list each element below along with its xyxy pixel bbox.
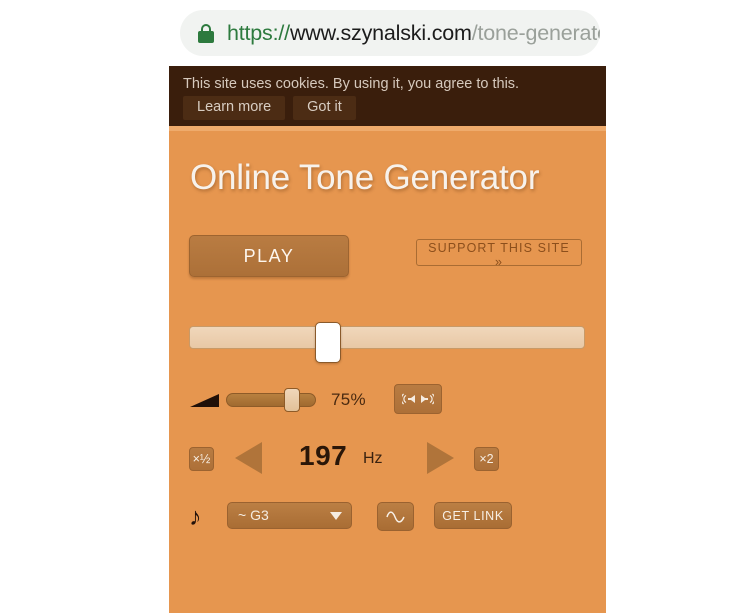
volume-triangle-icon (190, 394, 219, 407)
screenshot-root: https://www.szynalski.com/tone-generato … (0, 0, 730, 613)
url-text: https://www.szynalski.com/tone-generato (227, 21, 600, 46)
halve-frequency-button[interactable]: ×½ (189, 447, 214, 471)
support-this-site-button[interactable]: SUPPORT THIS SITE » (416, 239, 582, 269)
triangle-right-icon[interactable] (427, 442, 454, 474)
frequency-unit: Hz (363, 450, 383, 467)
waveform-button[interactable] (377, 502, 414, 531)
double-frequency-button[interactable]: ×2 (474, 447, 499, 471)
triangle-left-icon[interactable] (235, 442, 262, 474)
sine-wave-icon (385, 510, 405, 523)
frequency-slider-handle[interactable] (315, 322, 341, 363)
play-button[interactable]: PLAY (189, 235, 349, 277)
stereo-balance-button[interactable] (394, 384, 442, 414)
frequency-row: ×½ 197 Hz ×2 (189, 438, 606, 480)
web-page: This site uses cookies. By using it, you… (169, 66, 606, 613)
learn-more-button[interactable]: Learn more (183, 96, 286, 120)
url-host: www.szynalski.com (289, 20, 472, 45)
volume-slider-handle[interactable] (284, 388, 300, 412)
volume-row: 75% (189, 384, 606, 416)
stereo-balance-icon (402, 393, 434, 405)
cookie-button-group: Learn more Got it (183, 96, 606, 120)
lock-icon (198, 23, 214, 43)
url-path: /tone-generato (471, 20, 600, 45)
note-select[interactable]: ~ G3 (227, 502, 352, 529)
frequency-slider-track[interactable] (189, 326, 585, 349)
url-scheme: https:// (227, 20, 290, 45)
cookie-message: This site uses cookies. By using it, you… (183, 76, 520, 92)
frequency-slider[interactable] (189, 322, 585, 363)
volume-percent-label: 75% (331, 390, 366, 409)
bottom-row: ♪ ~ G3 GET LINK (189, 501, 606, 533)
play-row: PLAY SUPPORT THIS SITE » (169, 235, 606, 283)
page-title: Online Tone Generator (190, 158, 540, 197)
get-link-button[interactable]: GET LINK (434, 502, 512, 529)
got-it-button[interactable]: Got it (293, 96, 356, 120)
frequency-value[interactable]: 197 (299, 440, 347, 472)
note-select-value: ~ G3 (238, 507, 269, 523)
browser-url-bar[interactable]: https://www.szynalski.com/tone-generato (180, 10, 600, 56)
music-note-icon: ♪ (189, 503, 202, 531)
chevron-down-icon (330, 512, 342, 520)
page-content: Online Tone Generator PLAY SUPPORT THIS … (169, 131, 606, 533)
volume-slider-track[interactable] (226, 393, 316, 407)
cookie-consent-banner: This site uses cookies. By using it, you… (169, 66, 606, 126)
